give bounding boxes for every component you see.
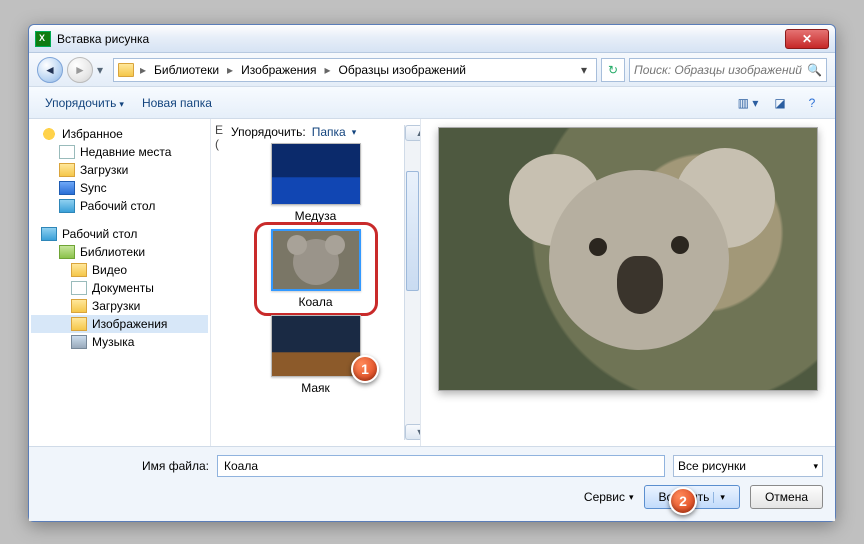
nav-back-button[interactable]: ◄ bbox=[37, 57, 63, 83]
nav-tree[interactable]: Избранное Недавние места Загрузки Sync Р… bbox=[29, 119, 211, 446]
tree-item[interactable]: Рабочий стол bbox=[31, 197, 208, 215]
view-mode-button[interactable]: ▥ ▾ bbox=[735, 92, 761, 114]
folder-icon bbox=[59, 163, 75, 177]
tree-item-selected[interactable]: Изображения bbox=[31, 315, 208, 333]
scrollbar[interactable]: ▲ ▼ bbox=[404, 125, 420, 440]
address-dropdown[interactable]: ▾ bbox=[576, 63, 592, 77]
folder-icon bbox=[71, 299, 87, 313]
window-title: Вставка рисунка bbox=[57, 32, 149, 46]
nav-row: ◄ ► ▾ ▸ Библиотеки ▸ Изображения ▸ Образ… bbox=[29, 53, 835, 87]
excel-icon bbox=[35, 31, 51, 47]
thumbnail-image bbox=[271, 143, 361, 205]
scroll-down-button[interactable]: ▼ bbox=[405, 424, 421, 440]
dialog-body: Избранное Недавние места Загрузки Sync Р… bbox=[29, 119, 835, 446]
help-button[interactable]: ? bbox=[799, 92, 825, 114]
filename-input[interactable] bbox=[217, 455, 665, 477]
tree-favorites[interactable]: Избранное bbox=[31, 125, 208, 143]
address-bar[interactable]: ▸ Библиотеки ▸ Изображения ▸ Образцы изо… bbox=[113, 58, 597, 82]
tree-item[interactable]: Документы bbox=[31, 279, 208, 297]
chevron-right-icon[interactable]: ▸ bbox=[225, 63, 235, 77]
breadcrumb-item[interactable]: Образцы изображений bbox=[335, 63, 470, 77]
tools-menu[interactable]: Сервис▾ bbox=[584, 490, 634, 504]
breadcrumb-item[interactable]: Изображения bbox=[237, 63, 320, 77]
star-icon bbox=[41, 127, 57, 141]
desktop-icon bbox=[41, 227, 57, 241]
chevron-right-icon[interactable]: ▸ bbox=[138, 63, 148, 77]
file-type-filter[interactable]: Все рисунки ▾ bbox=[673, 455, 823, 477]
insert-picture-dialog: Вставка рисунка ✕ ◄ ► ▾ ▸ Библиотеки ▸ И… bbox=[28, 24, 836, 522]
annotation-callout-2: 2 bbox=[669, 487, 697, 515]
file-name: Маяк bbox=[261, 381, 371, 395]
chevron-down-icon: ▾ bbox=[813, 461, 818, 472]
search-box[interactable]: 🔍 bbox=[629, 58, 827, 82]
cancel-button[interactable]: Отмена bbox=[750, 485, 823, 509]
search-icon: 🔍 bbox=[807, 63, 822, 77]
libraries-icon bbox=[59, 245, 75, 259]
file-thumb[interactable]: Медуза bbox=[261, 143, 371, 223]
file-thumb[interactable]: Маяк bbox=[261, 315, 371, 395]
file-list: Е( Упорядочить: Папка ▾ Медуза Коала Мая… bbox=[211, 119, 421, 446]
filename-label: Имя файла: bbox=[41, 459, 209, 473]
tree-item[interactable]: Недавние места bbox=[31, 143, 208, 161]
desktop-icon bbox=[59, 199, 75, 213]
annotation-callout-1: 1 bbox=[351, 355, 379, 383]
preview-pane bbox=[421, 119, 835, 446]
footer: Имя файла: Все рисунки ▾ Сервис▾ Вставит… bbox=[29, 446, 835, 521]
tree-item[interactable]: Загрузки bbox=[31, 161, 208, 179]
document-icon bbox=[71, 281, 87, 295]
recent-icon bbox=[59, 145, 75, 159]
tree-item[interactable]: Sync bbox=[31, 179, 208, 197]
folder-icon bbox=[71, 317, 87, 331]
scroll-up-button[interactable]: ▲ bbox=[405, 125, 421, 141]
music-icon bbox=[71, 335, 87, 349]
chevron-down-icon[interactable]: ▾ bbox=[352, 127, 357, 138]
thumbnail-image bbox=[271, 315, 361, 377]
nav-forward-button[interactable]: ► bbox=[67, 57, 93, 83]
tree-libraries[interactable]: Библиотеки bbox=[31, 243, 208, 261]
file-name: Коала bbox=[261, 295, 371, 309]
scroll-thumb[interactable] bbox=[406, 171, 419, 291]
new-folder-button[interactable]: Новая папка bbox=[136, 92, 218, 114]
refresh-button[interactable]: ↻ bbox=[601, 58, 625, 82]
thumbnail-image bbox=[271, 229, 361, 291]
titlebar: Вставка рисунка ✕ bbox=[29, 25, 835, 53]
sync-icon bbox=[59, 181, 75, 195]
insert-dropdown[interactable]: ▾ bbox=[713, 492, 725, 503]
organize-menu[interactable]: Упорядочить bbox=[39, 92, 130, 114]
tree-item[interactable]: Видео bbox=[31, 261, 208, 279]
nav-history-dropdown[interactable]: ▾ bbox=[97, 63, 109, 77]
search-input[interactable] bbox=[634, 63, 803, 77]
chevron-right-icon[interactable]: ▸ bbox=[323, 63, 333, 77]
preview-image bbox=[438, 127, 818, 391]
toolbar: Упорядочить Новая папка ▥ ▾ ◪ ? bbox=[29, 87, 835, 119]
tree-item[interactable]: Загрузки bbox=[31, 297, 208, 315]
file-name: Медуза bbox=[261, 209, 371, 223]
folder-icon bbox=[71, 263, 87, 277]
folder-icon bbox=[118, 63, 134, 77]
close-button[interactable]: ✕ bbox=[785, 29, 829, 49]
library-header: Е( bbox=[215, 123, 223, 151]
file-thumb-selected[interactable]: Коала bbox=[261, 229, 371, 309]
tree-item[interactable]: Музыка bbox=[31, 333, 208, 351]
tree-desktop[interactable]: Рабочий стол bbox=[31, 225, 208, 243]
arrange-by[interactable]: Упорядочить: Папка ▾ bbox=[231, 125, 414, 139]
breadcrumb-item[interactable]: Библиотеки bbox=[150, 63, 223, 77]
preview-pane-button[interactable]: ◪ bbox=[767, 92, 793, 114]
